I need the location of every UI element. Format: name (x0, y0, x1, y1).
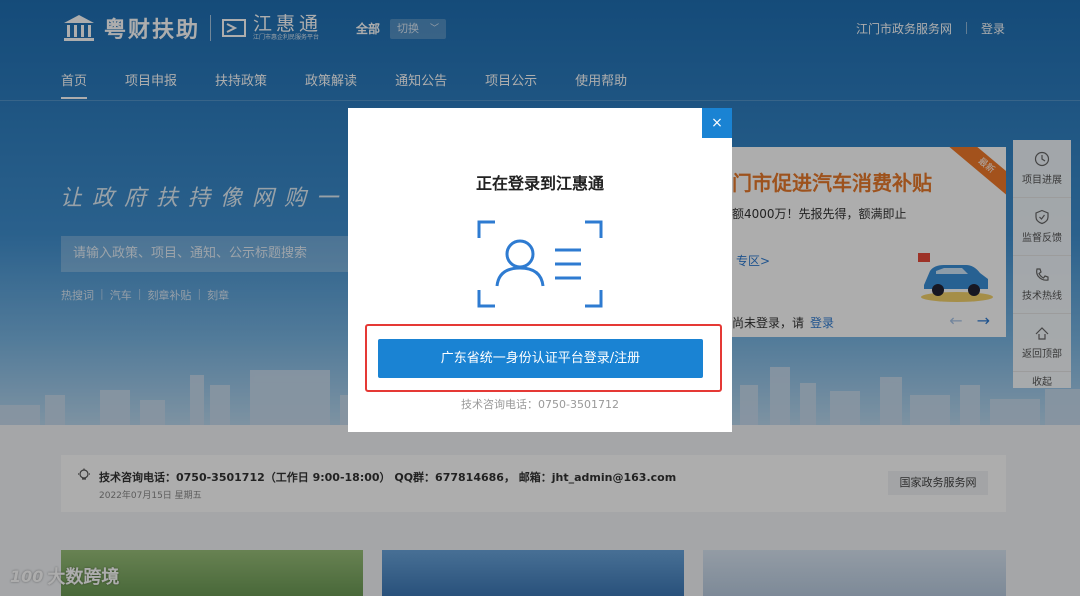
modal-title: 正在登录到江惠通 (475, 174, 604, 193)
id-card-scan-icon (477, 220, 603, 308)
unified-auth-login-button[interactable]: 广东省统一身份认证平台登录/注册 (378, 339, 703, 378)
login-modal: × 正在登录到江惠通 广东省统一身份认证平台登录/注册 技术咨询电话：0750-… (348, 108, 732, 432)
close-icon[interactable]: × (702, 108, 732, 138)
modal-support-phone: 技术咨询电话：0750-3501712 (461, 398, 619, 411)
